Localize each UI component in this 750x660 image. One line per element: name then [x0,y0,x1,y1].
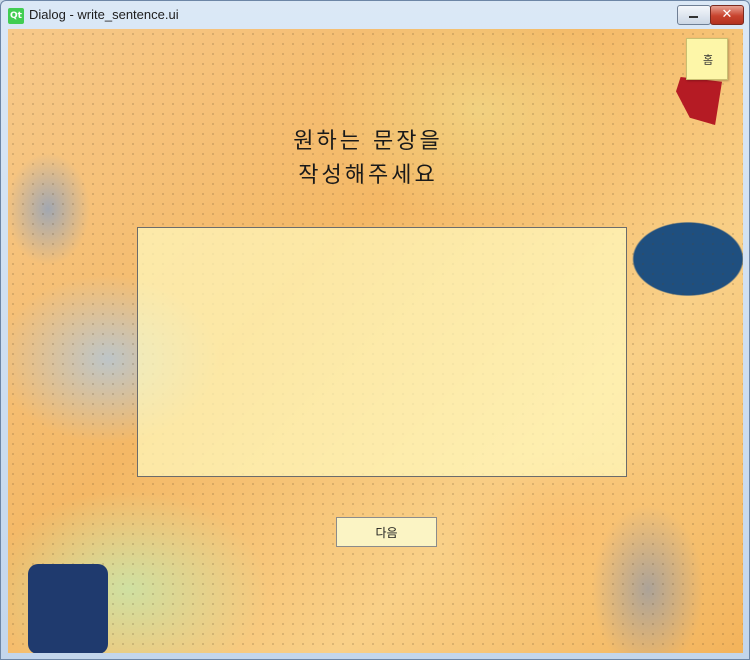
qt-logo-icon: Qt [8,8,24,24]
dialog-client-area: 홈 원하는 문장을 작성해주세요 다음 [8,29,743,653]
title-line-2: 작성해주세요 [298,163,438,188]
background-decoration [676,77,722,125]
close-button[interactable]: ✕ [710,5,744,25]
home-button[interactable]: 홈 [686,38,728,80]
title-bar[interactable]: Qt Dialog - write_sentence.ui ✕ [1,1,749,29]
sentence-text-input[interactable] [137,227,627,477]
page-title: 원하는 문장을 작성해주세요 [238,125,498,193]
window-title: Dialog - write_sentence.ui [29,7,179,22]
background-decoration [28,564,108,653]
minimize-button[interactable] [677,5,711,25]
next-button[interactable]: 다음 [336,517,437,547]
app-window: Qt Dialog - write_sentence.ui ✕ 홈 원하는 문장… [0,0,750,660]
title-line-1: 원하는 문장을 [293,129,443,154]
